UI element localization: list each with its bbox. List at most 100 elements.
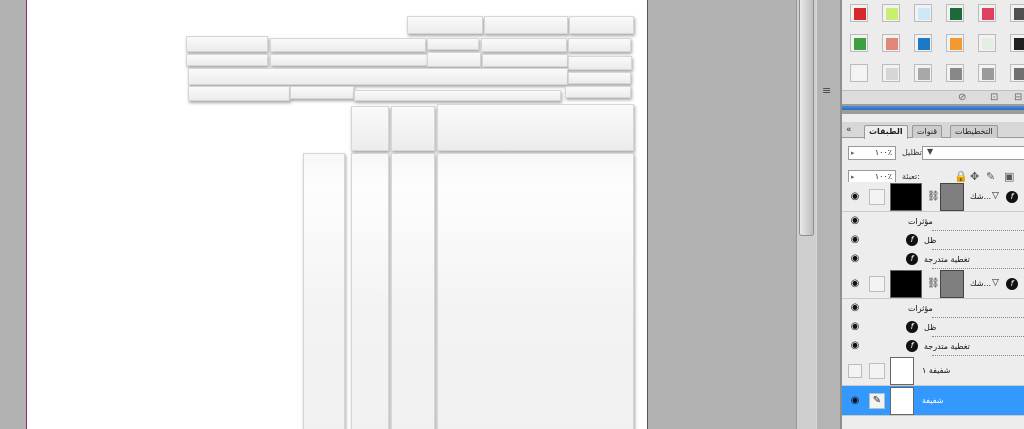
effect-row[interactable]: ◉ f تغطية متدرجة — [842, 337, 1024, 356]
layout-block — [565, 86, 631, 98]
collapse-icon[interactable]: « — [846, 125, 852, 135]
scrollbar-thumb[interactable] — [799, 0, 814, 236]
layer-row[interactable]: ◉ ⛓ شك... ▽ f — [842, 182, 1024, 212]
fx-icon[interactable]: f — [1006, 191, 1018, 203]
tab-layers[interactable]: الطبقات — [864, 125, 908, 139]
color-swatch[interactable] — [882, 64, 900, 82]
opacity-field[interactable]: ▸ ١٠٠٪ — [848, 146, 896, 160]
effect-name: مؤثرات — [908, 217, 933, 226]
fx-icon: f — [906, 253, 918, 265]
color-swatch[interactable] — [1010, 64, 1024, 82]
swatch-color — [886, 38, 898, 50]
canvas-workspace[interactable] — [0, 0, 800, 429]
color-swatch[interactable] — [850, 64, 868, 82]
brush-icon[interactable]: ✎ — [869, 393, 885, 409]
expand-triangle-icon[interactable]: ▽ — [992, 191, 999, 201]
color-swatch[interactable] — [914, 4, 932, 22]
opacity-row: ▸ ١٠٠٪ تظليل: ▼ — [842, 142, 1024, 164]
layout-block — [568, 56, 632, 70]
color-swatch[interactable] — [946, 64, 964, 82]
effect-name: ظل — [924, 236, 937, 245]
vertical-scrollbar[interactable] — [796, 0, 816, 429]
layer-name: شك... — [970, 192, 992, 201]
layout-block — [568, 72, 631, 84]
eye-icon[interactable]: ◉ — [848, 320, 862, 334]
layer-row-selected[interactable]: ◉ ✎ شفيفة — [842, 386, 1024, 416]
color-swatch[interactable] — [850, 4, 868, 22]
layer-mask-thumbnail — [940, 270, 964, 298]
effect-row[interactable]: ◉ f ظل — [842, 318, 1024, 337]
eye-icon[interactable]: ◉ — [848, 233, 862, 247]
color-swatch[interactable] — [882, 34, 900, 52]
effect-row[interactable]: ◉ f ظل — [842, 231, 1024, 250]
eye-icon[interactable]: ◉ — [848, 252, 862, 266]
layout-block — [188, 68, 568, 85]
fx-icon: f — [906, 321, 918, 333]
color-swatch[interactable] — [1010, 4, 1024, 22]
document-canvas[interactable] — [26, 0, 648, 429]
layer-link-box[interactable] — [869, 276, 885, 292]
chain-icon[interactable]: ⛓ — [927, 278, 940, 289]
blend-mode-select[interactable]: ▼ — [922, 146, 1024, 160]
chevron-down-icon: ▼ — [927, 147, 934, 156]
eye-icon[interactable]: ◉ — [848, 301, 862, 315]
layout-block — [290, 86, 354, 99]
tab-paths[interactable]: التخطيطات — [950, 125, 998, 138]
fill-value: ١٠٠٪ — [874, 172, 892, 181]
layer-thumbnail — [890, 183, 922, 211]
color-swatch[interactable] — [946, 34, 964, 52]
tab-channels[interactable]: قنوات — [912, 125, 943, 138]
fx-icon[interactable]: f — [1006, 278, 1018, 290]
new-swatch-icon[interactable]: ⊡ — [990, 92, 998, 104]
effect-name: ظل — [924, 323, 937, 332]
layer-name: شفيفة ١ — [922, 366, 951, 375]
eye-icon[interactable]: ◉ — [848, 277, 862, 291]
fill-label: تعبئة: — [902, 172, 920, 181]
layer-link-box[interactable] — [869, 189, 885, 205]
color-swatch[interactable] — [946, 4, 964, 22]
layout-block — [427, 52, 481, 67]
layout-block — [481, 38, 567, 52]
eye-icon[interactable]: ◉ — [848, 339, 862, 353]
eye-icon[interactable]: ◉ — [848, 214, 862, 228]
layout-block — [186, 36, 268, 52]
layers-tabbar: « الطبقات قنوات التخطيطات — [842, 122, 1024, 139]
grip-icon[interactable]: ≡ — [822, 85, 831, 96]
layout-block — [186, 54, 268, 66]
color-swatch[interactable] — [850, 34, 868, 52]
color-swatch[interactable] — [914, 34, 932, 52]
effect-row[interactable]: ◉ مؤثرات — [842, 212, 1024, 231]
color-swatch[interactable] — [1010, 34, 1024, 52]
color-swatch[interactable] — [978, 4, 996, 22]
trash-icon[interactable]: ⊘ — [958, 92, 966, 104]
layer-row[interactable]: شفيفة ١ — [842, 356, 1024, 386]
eye-icon[interactable]: ◉ — [848, 190, 862, 204]
color-swatch[interactable] — [978, 34, 996, 52]
layers-panel: « الطبقات قنوات التخطيطات ▸ ١٠٠٪ تظليل: … — [842, 114, 1024, 429]
layer-mask-thumbnail — [940, 183, 964, 211]
options-icon[interactable]: ⊟ — [1014, 92, 1022, 104]
eye-placeholder[interactable] — [848, 364, 862, 378]
effect-row[interactable]: ◉ f تغطية متدرجة — [842, 250, 1024, 269]
expand-triangle-icon[interactable]: ▽ — [992, 278, 999, 288]
swatch-color — [950, 8, 962, 20]
effect-row[interactable]: ◉ مؤثرات — [842, 299, 1024, 318]
opacity-value: ١٠٠٪ — [874, 148, 892, 157]
color-swatch[interactable] — [914, 64, 932, 82]
swatch-color — [982, 68, 994, 80]
swatch-color — [982, 8, 994, 20]
swatch-color — [918, 68, 930, 80]
stepper-arrow-icon[interactable]: ▸ — [851, 147, 855, 159]
swatch-color — [854, 8, 866, 20]
layer-link-box[interactable] — [869, 363, 885, 379]
swatch-color — [854, 68, 866, 80]
layout-block — [568, 38, 631, 52]
color-swatch[interactable] — [882, 4, 900, 22]
layer-row[interactable]: ◉ ⛓ شك... ▽ f — [842, 269, 1024, 299]
layout-column — [437, 153, 634, 429]
chain-icon[interactable]: ⛓ — [927, 191, 940, 202]
layer-thumbnail — [890, 270, 922, 298]
swatch-color — [886, 68, 898, 80]
eye-icon[interactable]: ◉ — [848, 394, 862, 408]
color-swatch[interactable] — [978, 64, 996, 82]
